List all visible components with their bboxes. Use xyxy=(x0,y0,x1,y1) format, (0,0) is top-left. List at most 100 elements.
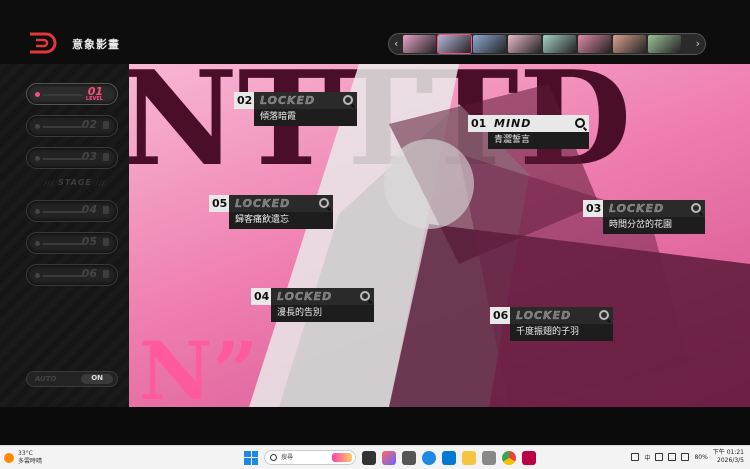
card-title: 青澀誓言 xyxy=(488,132,589,149)
clock-time: 下午 01:21 xyxy=(712,449,744,456)
card-status: LOCKED xyxy=(609,202,665,215)
search-icon[interactable] xyxy=(691,203,701,213)
card-title: 漫長的告別 xyxy=(271,305,374,322)
stage-button-06[interactable]: 06 xyxy=(26,264,118,286)
card-number: 04 xyxy=(251,288,273,305)
notification-icon[interactable] xyxy=(631,453,640,461)
lock-icon xyxy=(103,206,109,214)
character-portrait[interactable] xyxy=(508,35,541,53)
card-status: LOCKED xyxy=(277,290,333,303)
card-title: 千度振翅的子羽 xyxy=(510,324,613,341)
search-icon[interactable] xyxy=(319,198,329,208)
stage-sidebar: 01 LEVEL 02 03 STAGE 04 05 06 xyxy=(0,64,129,407)
battery-icon[interactable] xyxy=(681,453,690,461)
system-tray: 中 80% 下午 01:21 2026/3/5 xyxy=(631,449,744,465)
lock-icon xyxy=(103,153,109,161)
card-status: LOCKED xyxy=(235,197,291,210)
character-portrait[interactable] xyxy=(648,35,681,53)
character-portrait[interactable] xyxy=(543,35,576,53)
store-icon[interactable] xyxy=(442,450,456,465)
character-portrait[interactable] xyxy=(578,35,611,53)
app-icon[interactable] xyxy=(402,450,416,465)
lock-icon xyxy=(103,121,109,129)
chrome-icon[interactable] xyxy=(502,450,516,465)
chevron-left-icon[interactable]: ‹ xyxy=(394,37,398,50)
lock-icon xyxy=(103,238,109,246)
windows-taskbar: 33°C 多雲時晴 搜尋 中 80% 下午 01:21 2026/3/5 xyxy=(0,445,750,469)
stage-button-03[interactable]: 03 xyxy=(26,147,118,169)
character-portrait[interactable] xyxy=(473,35,506,53)
stage-indicator xyxy=(35,92,40,97)
stage-card-05[interactable]: 05 LOCKED 歸客痛飲遺忘 xyxy=(209,195,333,229)
stage-sublabel: LEVEL xyxy=(85,96,103,102)
toggle-value: ON xyxy=(91,374,103,382)
stage-number: 03 xyxy=(81,150,97,163)
card-number: 01 xyxy=(468,115,490,132)
edge-browser-icon[interactable] xyxy=(422,450,436,465)
stage-section-label: STAGE xyxy=(30,178,120,187)
weather-widget[interactable]: 33°C 多雲時晴 xyxy=(4,450,42,466)
character-portrait[interactable] xyxy=(403,35,436,53)
windows-start-icon[interactable] xyxy=(244,450,258,465)
battery-level: 80% xyxy=(694,453,708,461)
taskbar-apps: 搜尋 xyxy=(244,450,536,465)
artwork-stage-map: NTTTD N” 01 MIND 青澀誓言 02 LOCKED 傾落暗霞 03 … xyxy=(129,64,750,407)
character-illustration: N” xyxy=(139,64,750,407)
svg-text:N”: N” xyxy=(139,324,258,407)
card-number: 02 xyxy=(234,92,256,109)
game-app-icon[interactable] xyxy=(522,450,536,465)
character-portrait[interactable] xyxy=(613,35,646,53)
task-view-icon[interactable] xyxy=(362,450,376,465)
search-icon[interactable] xyxy=(599,310,609,320)
card-status: LOCKED xyxy=(516,309,572,322)
search-icon[interactable] xyxy=(575,118,585,128)
auto-toggle[interactable]: AUTO ON xyxy=(26,371,118,387)
stage-number: 02 xyxy=(81,118,97,131)
letterbox-bar xyxy=(0,407,750,445)
stage-button-05[interactable]: 05 xyxy=(26,232,118,254)
toggle-label: AUTO xyxy=(35,375,57,383)
stage-card-01[interactable]: 01 MIND 青澀誓言 xyxy=(468,115,589,149)
card-number: 05 xyxy=(209,195,231,212)
character-portrait[interactable] xyxy=(437,34,472,54)
stage-button-04[interactable]: 04 xyxy=(26,200,118,222)
card-status: MIND xyxy=(494,117,532,130)
chevron-right-icon[interactable]: › xyxy=(696,37,700,50)
sun-icon xyxy=(4,453,14,463)
clock-date: 2026/3/5 xyxy=(717,457,744,464)
clock[interactable]: 下午 01:21 2026/3/5 xyxy=(713,449,744,465)
app-logo-icon xyxy=(30,32,57,54)
search-icon[interactable] xyxy=(360,291,370,301)
stage-button-02[interactable]: 02 xyxy=(26,115,118,137)
stage-number: 05 xyxy=(81,235,97,248)
game-window: 意象影畫 ‹ › 01 LEVEL 02 03 STAGE 04 xyxy=(0,0,750,469)
wifi-icon[interactable] xyxy=(655,453,664,461)
lock-icon xyxy=(103,270,109,278)
stage-button-01[interactable]: 01 LEVEL xyxy=(26,83,118,105)
search-placeholder: 搜尋 xyxy=(281,454,294,461)
stage-number: 06 xyxy=(81,267,97,280)
app-title: 意象影畫 xyxy=(72,38,120,51)
file-explorer-icon[interactable] xyxy=(462,450,476,465)
volume-icon[interactable] xyxy=(668,453,677,461)
input-language[interactable]: 中 xyxy=(644,453,650,462)
stage-card-04[interactable]: 04 LOCKED 漫長的告別 xyxy=(251,288,374,322)
stage-card-02[interactable]: 02 LOCKED 傾落暗霞 xyxy=(234,92,357,126)
taskbar-search-input[interactable]: 搜尋 xyxy=(264,450,356,465)
card-number: 03 xyxy=(583,200,605,217)
stage-card-06[interactable]: 06 LOCKED 千度振翅的子羽 xyxy=(490,307,613,341)
card-title: 時間分岔的花園 xyxy=(603,217,705,234)
search-icon[interactable] xyxy=(343,95,353,105)
stage-card-03[interactable]: 03 LOCKED 時間分岔的花園 xyxy=(583,200,705,234)
weather-desc: 多雲時晴 xyxy=(18,458,43,465)
card-title: 傾落暗霞 xyxy=(254,109,357,126)
card-title: 歸客痛飲遺忘 xyxy=(229,212,333,229)
weather-temp: 33°C xyxy=(18,450,33,457)
card-status: LOCKED xyxy=(260,94,316,107)
character-selector: ‹ › xyxy=(388,33,706,55)
top-bar: 意象影畫 ‹ › xyxy=(0,0,750,64)
copilot-icon[interactable] xyxy=(382,450,396,465)
card-number: 06 xyxy=(490,307,512,324)
app-icon[interactable] xyxy=(482,450,496,465)
stage-number: 04 xyxy=(81,203,97,216)
